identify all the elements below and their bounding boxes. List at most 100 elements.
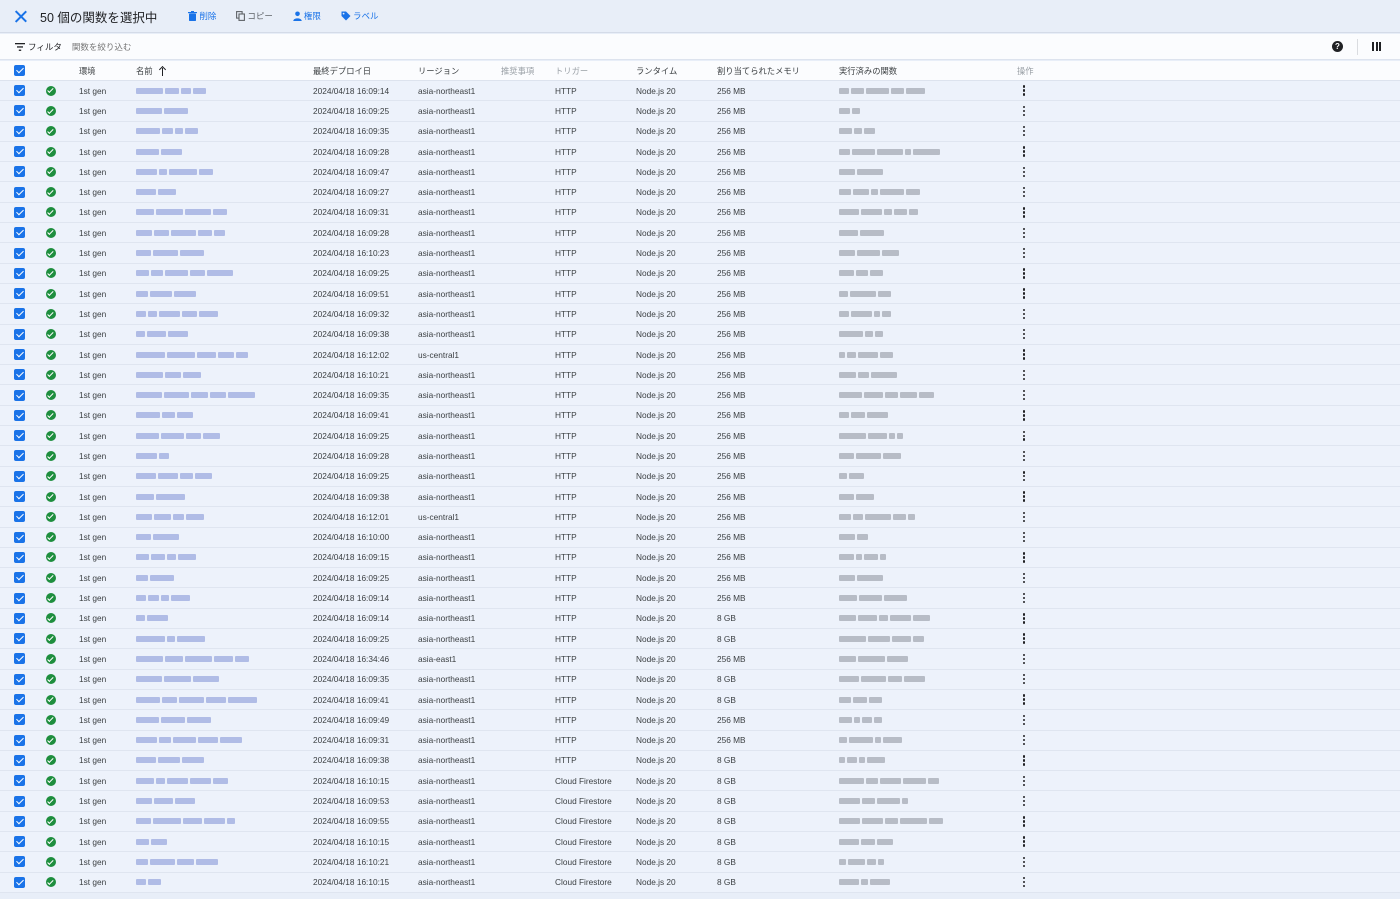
more-actions-icon[interactable]: [1018, 162, 1030, 181]
table-row[interactable]: 1st gen 2024/04/18 16:10:21 asia-northea…: [0, 852, 1400, 873]
more-actions-icon[interactable]: [1018, 284, 1030, 303]
more-actions-icon[interactable]: [1018, 304, 1030, 323]
function-name-link[interactable]: [136, 304, 296, 323]
function-name-link[interactable]: [136, 588, 296, 607]
table-row[interactable]: 1st gen 2024/04/18 16:09:14 asia-northea…: [0, 588, 1400, 609]
row-checkbox[interactable]: [14, 832, 28, 851]
more-actions-icon[interactable]: [1018, 426, 1030, 445]
row-checkbox[interactable]: [14, 345, 28, 364]
table-row[interactable]: 1st gen 2024/04/18 16:09:41 asia-northea…: [0, 689, 1400, 711]
table-row[interactable]: 1st gen 2024/04/18 16:09:14 asia-northea…: [0, 81, 1400, 102]
row-checkbox[interactable]: [14, 122, 28, 141]
filter-icon[interactable]: [15, 42, 25, 51]
function-name-link[interactable]: [136, 284, 296, 303]
function-name-link[interactable]: [136, 690, 296, 709]
row-checkbox[interactable]: [14, 162, 28, 181]
row-checkbox[interactable]: [14, 812, 28, 831]
copy-button[interactable]: コピー: [236, 10, 273, 22]
table-row[interactable]: 1st gen 2024/04/18 16:09:28 asia-northea…: [0, 446, 1400, 467]
more-actions-icon[interactable]: [1018, 365, 1030, 384]
table-row[interactable]: 1st gen 2024/04/18 16:09:14 asia-northea…: [0, 608, 1400, 630]
row-checkbox[interactable]: [14, 467, 28, 486]
more-actions-icon[interactable]: [1018, 710, 1030, 729]
table-row[interactable]: 1st gen 2024/04/18 16:10:15 asia-northea…: [0, 872, 1400, 893]
more-actions-icon[interactable]: [1018, 446, 1030, 465]
function-name-link[interactable]: [136, 731, 296, 750]
table-row[interactable]: 1st gen 2024/04/18 16:09:35 asia-northea…: [0, 121, 1400, 142]
function-name-link[interactable]: [136, 325, 296, 344]
row-checkbox[interactable]: [14, 528, 28, 547]
function-name-link[interactable]: [136, 649, 296, 668]
row-checkbox[interactable]: [14, 690, 28, 709]
function-name-link[interactable]: [136, 751, 296, 770]
function-name-link[interactable]: [136, 122, 296, 141]
more-actions-icon[interactable]: [1018, 873, 1030, 892]
more-actions-icon[interactable]: [1018, 223, 1030, 242]
row-checkbox[interactable]: [14, 852, 28, 871]
table-row[interactable]: 1st gen 2024/04/18 16:09:41 asia-northea…: [0, 405, 1400, 427]
function-name-link[interactable]: [136, 162, 296, 181]
table-row[interactable]: 1st gen 2024/04/18 16:10:21 asia-northea…: [0, 365, 1400, 386]
function-name-link[interactable]: [136, 142, 296, 161]
more-actions-icon[interactable]: [1018, 507, 1030, 526]
table-row[interactable]: 1st gen 2024/04/18 16:09:51 asia-northea…: [0, 283, 1400, 305]
function-name-link[interactable]: [136, 345, 296, 364]
row-checkbox[interactable]: [14, 426, 28, 445]
more-actions-icon[interactable]: [1018, 771, 1030, 790]
row-checkbox[interactable]: [14, 731, 28, 750]
table-row[interactable]: 1st gen 2024/04/18 16:09:55 asia-northea…: [0, 811, 1400, 832]
table-row[interactable]: 1st gen 2024/04/18 16:10:15 asia-northea…: [0, 771, 1400, 792]
row-checkbox[interactable]: [14, 873, 28, 892]
more-actions-icon[interactable]: [1018, 751, 1030, 770]
function-name-link[interactable]: [136, 771, 296, 790]
row-checkbox[interactable]: [14, 548, 28, 567]
more-actions-icon[interactable]: [1018, 203, 1030, 222]
table-row[interactable]: 1st gen 2024/04/18 16:09:15 asia-northea…: [0, 547, 1400, 569]
more-actions-icon[interactable]: [1018, 81, 1030, 100]
labels-button[interactable]: ラベル: [341, 10, 378, 22]
function-name-link[interactable]: [136, 101, 296, 120]
more-actions-icon[interactable]: [1018, 182, 1030, 201]
more-actions-icon[interactable]: [1018, 731, 1030, 750]
column-header-name[interactable]: 名前: [136, 61, 167, 80]
function-name-link[interactable]: [136, 791, 296, 810]
table-row[interactable]: 1st gen 2024/04/18 16:09:31 asia-northea…: [0, 730, 1400, 751]
function-name-link[interactable]: [136, 670, 296, 689]
table-row[interactable]: 1st gen 2024/04/18 16:09:25 asia-northea…: [0, 568, 1400, 589]
more-actions-icon[interactable]: [1018, 852, 1030, 871]
function-name-link[interactable]: [136, 446, 296, 465]
table-row[interactable]: 1st gen 2024/04/18 16:09:32 asia-northea…: [0, 304, 1400, 325]
function-name-link[interactable]: [136, 609, 296, 628]
function-name-link[interactable]: [136, 406, 296, 425]
table-row[interactable]: 1st gen 2024/04/18 16:10:23 asia-northea…: [0, 243, 1400, 264]
more-actions-icon[interactable]: [1018, 406, 1030, 425]
delete-button[interactable]: 削除: [188, 10, 216, 22]
table-row[interactable]: 1st gen 2024/04/18 16:09:25 asia-northea…: [0, 263, 1400, 284]
more-actions-icon[interactable]: [1018, 467, 1030, 486]
table-row[interactable]: 1st gen 2024/04/18 16:09:25 asia-northea…: [0, 466, 1400, 487]
more-actions-icon[interactable]: [1018, 264, 1030, 283]
column-header-executed-function[interactable]: 実行済みの関数: [839, 61, 897, 80]
more-actions-icon[interactable]: [1018, 629, 1030, 648]
function-name-link[interactable]: [136, 507, 296, 526]
help-icon[interactable]: ?: [1332, 41, 1343, 52]
table-row[interactable]: 1st gen 2024/04/18 16:12:02 us-central1 …: [0, 344, 1400, 366]
row-checkbox[interactable]: [14, 649, 28, 668]
row-checkbox[interactable]: [14, 507, 28, 526]
function-name-link[interactable]: [136, 81, 296, 100]
function-name-link[interactable]: [136, 568, 296, 587]
table-row[interactable]: 1st gen 2024/04/18 16:09:28 asia-northea…: [0, 223, 1400, 244]
row-checkbox[interactable]: [14, 365, 28, 384]
close-icon[interactable]: [14, 10, 27, 23]
more-actions-icon[interactable]: [1018, 528, 1030, 547]
column-header-last-deployed[interactable]: 最終デプロイ日: [313, 61, 371, 80]
function-name-link[interactable]: [136, 852, 296, 871]
function-name-link[interactable]: [136, 223, 296, 242]
more-actions-icon[interactable]: [1018, 649, 1030, 668]
row-checkbox[interactable]: [14, 243, 28, 262]
column-header-region[interactable]: リージョン: [418, 61, 459, 80]
function-name-link[interactable]: [136, 182, 296, 201]
more-actions-icon[interactable]: [1018, 568, 1030, 587]
row-checkbox[interactable]: [14, 670, 28, 689]
function-name-link[interactable]: [136, 426, 296, 445]
